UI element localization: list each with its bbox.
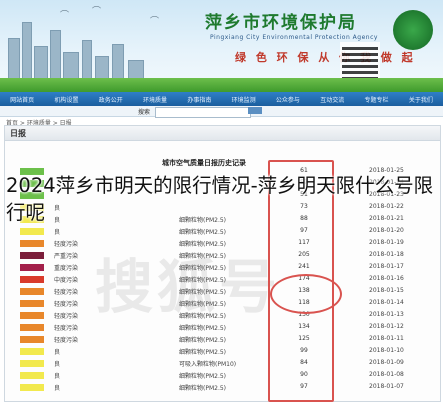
- date-cell: 2018-01-13: [369, 311, 404, 318]
- quality-level-cell: 轻度污染: [54, 289, 79, 296]
- primary-pollutant-cell: 细颗粒物(PM2.5): [179, 349, 227, 356]
- panel-title: 日报: [10, 129, 26, 138]
- primary-pollutant-cell: 细颗粒物(PM2.5): [179, 229, 227, 236]
- aqi-level-swatch: [20, 288, 44, 295]
- aqi-level-swatch: [20, 336, 44, 343]
- date-cell: 2018-01-16: [369, 275, 404, 282]
- table-row: 良细颗粒物(PM2.5) 90 2018-01-08: [14, 371, 432, 380]
- aqi-level-swatch: [20, 264, 44, 271]
- date-cell: 2018-01-10: [369, 347, 404, 354]
- quality-level-cell: 中度污染: [54, 277, 79, 284]
- quality-level-cell: 良: [54, 373, 61, 380]
- aqi-level-swatch: [20, 240, 44, 247]
- table-row: 良可吸入颗粒物(PM10) 84 2018-01-09: [14, 359, 432, 368]
- date-cell: 2018-01-11: [369, 335, 404, 342]
- date-cell: 2018-01-14: [369, 299, 404, 306]
- aqi-level-swatch: [20, 384, 44, 391]
- nav-item[interactable]: 机构设置: [44, 95, 88, 104]
- quality-level-cell: 轻度污染: [54, 325, 79, 332]
- nav-item[interactable]: 网站首页: [0, 95, 44, 104]
- primary-pollutant-cell: 细颗粒物(PM2.5): [179, 373, 227, 380]
- site-title: 萍乡市环境保护局: [205, 13, 357, 33]
- bird-icon: ⌒: [60, 11, 70, 21]
- date-cell: 2018-01-17: [369, 263, 404, 270]
- date-cell: 2018-01-18: [369, 251, 404, 258]
- aqi-level-swatch: [20, 372, 44, 379]
- quality-level-cell: 轻度污染: [54, 337, 79, 344]
- site-slogan: 绿 色 环 保 从 你 我 做 起: [235, 51, 416, 64]
- date-cell: 2018-01-19: [369, 239, 404, 246]
- nav-item[interactable]: 专题专栏: [354, 95, 398, 104]
- search-input[interactable]: [155, 107, 251, 118]
- date-cell: 2018-01-12: [369, 323, 404, 330]
- quality-level-cell: 严重污染: [54, 253, 79, 260]
- date-cell: 2018-01-07: [369, 383, 404, 390]
- quality-level-cell: 轻度污染: [54, 241, 79, 248]
- quality-level-cell: 良: [54, 385, 61, 392]
- search-button[interactable]: [248, 107, 262, 114]
- aqi-circle-highlight: [270, 274, 342, 314]
- date-cell: 2018-01-20: [369, 227, 404, 234]
- nav-item[interactable]: 互动交流: [310, 95, 354, 104]
- bird-icon: ⌒: [150, 17, 160, 27]
- aqi-level-swatch: [20, 252, 44, 259]
- primary-pollutant-cell: 细颗粒物(PM2.5): [179, 325, 227, 332]
- quality-level-cell: 良: [54, 361, 61, 368]
- table-row: 良细颗粒物(PM2.5) 97 2018-01-07: [14, 383, 432, 392]
- agency-emblem-icon: [393, 10, 433, 50]
- nav-item[interactable]: 环境质量: [133, 95, 177, 104]
- quality-level-cell: 重度污染: [54, 265, 79, 272]
- site-subtitle: Pingxiang City Environmental Protection …: [210, 34, 378, 41]
- site-header: ⌒ ⌒ ⌒ 萍乡市环境保护局 Pingxiang City Environmen…: [0, 0, 443, 92]
- aqi-level-swatch: [20, 276, 44, 283]
- bird-icon: ⌒: [92, 7, 102, 17]
- search-bar: 搜索: [0, 106, 443, 118]
- panel-header: 日报: [5, 126, 440, 141]
- nav-item[interactable]: 办事指南: [177, 95, 221, 104]
- search-label: 搜索: [138, 109, 151, 116]
- aqi-level-swatch: [20, 228, 44, 235]
- quality-level-cell: 轻度污染: [54, 301, 79, 308]
- aqi-level-swatch: [20, 360, 44, 367]
- table-row: 轻度污染 细颗粒物(PM2.5) 125 2018-01-11: [14, 335, 432, 344]
- primary-pollutant-cell: 细颗粒物(PM2.5): [179, 385, 227, 392]
- quality-level-cell: 轻度污染: [54, 313, 79, 320]
- quality-level-cell: 良: [54, 349, 61, 356]
- primary-pollutant-cell: 可吸入颗粒物(PM10): [179, 361, 237, 368]
- aqi-level-swatch: [20, 300, 44, 307]
- table-row: 良细颗粒物(PM2.5) 99 2018-01-10: [14, 347, 432, 356]
- nav-item[interactable]: 关于我们: [399, 95, 443, 104]
- aqi-level-swatch: [20, 324, 44, 331]
- watermark: 搜狐号: [95, 253, 282, 321]
- date-cell: 2018-01-15: [369, 287, 404, 294]
- quality-level-cell: 良: [54, 229, 61, 236]
- article-caption: 2024萍乡市明天的限行情况-萍乡明天限什么号限行呢: [6, 174, 434, 224]
- date-cell: 2018-01-09: [369, 359, 404, 366]
- date-cell: 2018-01-08: [369, 371, 404, 378]
- main-nav: 网站首页 机构设置 政务公开 环境质量 办事指南 环境监测 公众参与 互动交流 …: [0, 92, 443, 106]
- aqi-level-swatch: [20, 312, 44, 319]
- nav-item[interactable]: 政务公开: [89, 95, 133, 104]
- table-row: 轻度污染 细颗粒物(PM2.5) 134 2018-01-12: [14, 323, 432, 332]
- aqi-level-swatch: [20, 348, 44, 355]
- qr-code-icon: [340, 42, 380, 82]
- nav-item[interactable]: 环境监测: [221, 95, 265, 104]
- nav-item[interactable]: 公众参与: [266, 95, 310, 104]
- city-skyline: [0, 12, 170, 82]
- table-row: 良细颗粒物(PM2.5) 97 2018-01-20: [14, 227, 432, 236]
- grass-strip: [0, 78, 443, 92]
- primary-pollutant-cell: 细颗粒物(PM2.5): [179, 337, 227, 344]
